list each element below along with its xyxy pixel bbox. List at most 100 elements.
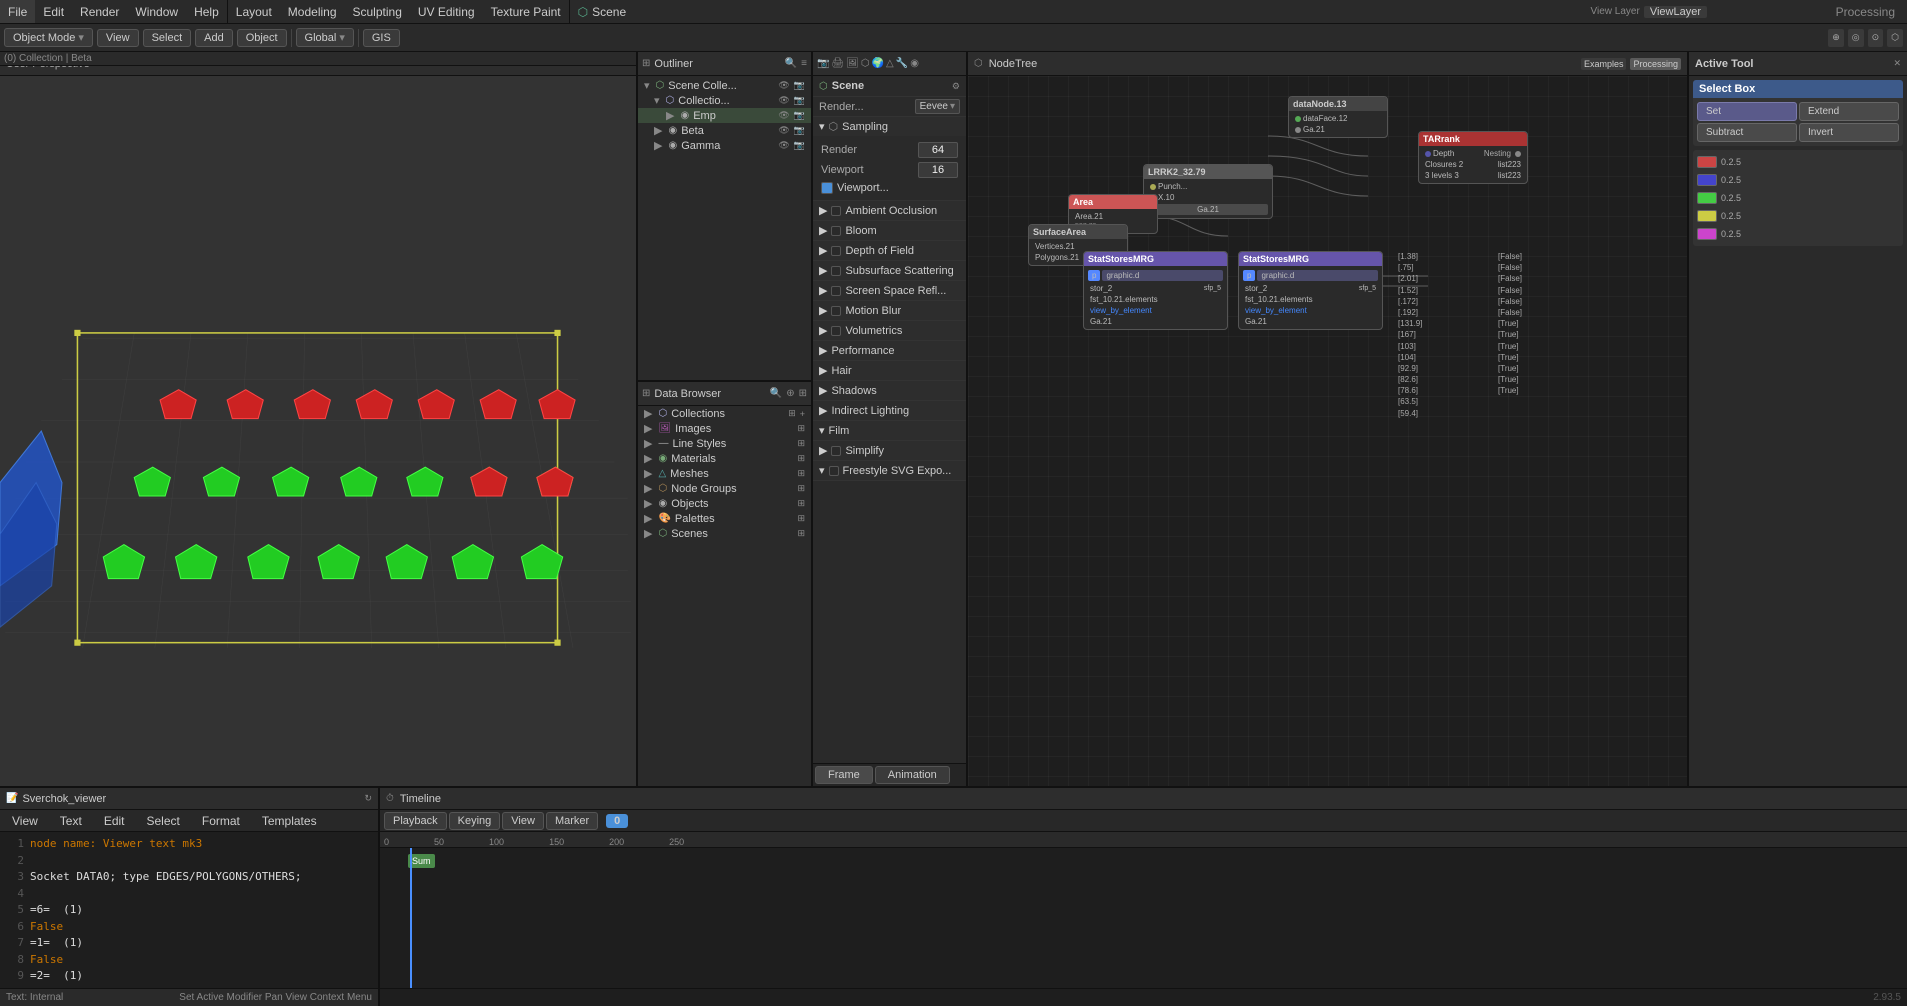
obj-data-icon[interactable]: △ xyxy=(886,58,894,69)
output-icon[interactable]: 🖨 xyxy=(831,58,844,69)
animation-tab[interactable]: Animation xyxy=(875,766,950,784)
node-lrrk2[interactable]: LRRK2_32.79 Punch... X.10 Ga.21 xyxy=(1143,164,1273,219)
outliner-emp[interactable]: ▶ ◉ Emp 👁 📷 xyxy=(638,108,811,123)
gis-btn[interactable]: GIS xyxy=(363,29,400,47)
vis-icon[interactable]: 👁 xyxy=(778,80,789,91)
playback-menu[interactable]: Playback xyxy=(384,812,447,830)
text-edit-menu[interactable]: Edit xyxy=(96,810,133,831)
dof-header[interactable]: ▶ Depth of Field xyxy=(813,241,966,260)
add-btn[interactable]: Add xyxy=(195,29,233,47)
text-view-menu[interactable]: View xyxy=(4,810,46,831)
ao-check[interactable] xyxy=(831,206,841,216)
bloom-check[interactable] xyxy=(831,226,841,236)
outliner-scene-collection[interactable]: ▾ ⬡ Scene Colle... 👁 📷 xyxy=(638,78,811,93)
db-coll-add[interactable]: + xyxy=(800,409,805,419)
db-collections[interactable]: ▶ ⬡ Collections ⊞ + xyxy=(638,406,811,421)
frame-tab[interactable]: Frame xyxy=(815,766,873,784)
db-mesh-act[interactable]: ⊞ xyxy=(797,468,805,479)
timeline-track[interactable]: Sum xyxy=(380,848,1907,1006)
node-statstores1[interactable]: StatStoresMRG p graphic.d stor_2sfp_5 fs… xyxy=(1083,251,1228,330)
scene-settings-icon[interactable]: ⚙ xyxy=(952,81,960,92)
workspace-uv-editing[interactable]: UV Editing xyxy=(410,0,483,23)
color-row-1[interactable]: 0.2.5 xyxy=(1697,154,1899,170)
color-row-4[interactable]: 0.2.5 xyxy=(1697,208,1899,224)
db-scene-act[interactable]: ⊞ xyxy=(797,528,805,539)
ssr-check[interactable] xyxy=(831,286,841,296)
outliner-gamma[interactable]: ▶ ◉ Gamma 👁 📷 xyxy=(638,138,811,153)
color-row-2[interactable]: 0.2.5 xyxy=(1697,172,1899,188)
ssr-header[interactable]: ▶ Screen Space Refl... xyxy=(813,281,966,300)
menu-render[interactable]: Render xyxy=(72,0,127,23)
material-icon[interactable]: ◉ xyxy=(910,58,919,69)
db-obj-act[interactable]: ⊞ xyxy=(797,498,805,509)
cam-icon4[interactable]: 📷 xyxy=(794,125,805,136)
il-header[interactable]: ▶ Indirect Lighting xyxy=(813,401,966,420)
marker-menu[interactable]: Marker xyxy=(546,812,598,830)
cam-icon3[interactable]: 📷 xyxy=(794,110,805,121)
node-datanode[interactable]: dataNode.13 dataFace.12 Ga.21 xyxy=(1288,96,1388,138)
node-blue-btn2[interactable]: p xyxy=(1243,270,1255,281)
modifier-icon[interactable]: 🔧 xyxy=(896,58,908,69)
simplify-check[interactable] xyxy=(831,446,841,456)
outliner-beta[interactable]: ▶ ◉ Beta 👁 📷 xyxy=(638,123,811,138)
overlay-btn[interactable]: ⊙ xyxy=(1868,29,1884,47)
scene-prop-icon[interactable]: 📷 xyxy=(817,58,829,69)
fs-check[interactable] xyxy=(829,466,839,476)
viewport-samples-value[interactable]: 16 xyxy=(918,162,958,178)
db-img-act[interactable]: ⊞ xyxy=(797,423,805,434)
text-content[interactable]: 1node name: Viewer text mk3 2 3Socket DA… xyxy=(0,832,378,988)
global-btn[interactable]: Global ▾ xyxy=(296,28,354,47)
view-mode-btn[interactable]: Object Mode ▾ xyxy=(4,28,93,47)
examples-btn[interactable]: Examples xyxy=(1581,58,1627,70)
view-layer-selector[interactable]: ViewLayer xyxy=(1644,6,1707,18)
proportional-btn[interactable]: ◎ xyxy=(1848,29,1864,47)
cam-icon2[interactable]: 📷 xyxy=(794,95,805,106)
search-icon[interactable]: 🔍 xyxy=(785,58,797,69)
db-extra-icon[interactable]: ⊕ xyxy=(786,388,794,399)
db-mat-act[interactable]: ⊞ xyxy=(797,453,805,464)
mode-extend-btn[interactable]: Extend xyxy=(1799,102,1899,121)
snap-btn[interactable]: ⊕ xyxy=(1828,29,1844,47)
vis-icon5[interactable]: 👁 xyxy=(778,140,789,151)
render-samples-value[interactable]: 64 xyxy=(918,142,958,158)
text-text-menu[interactable]: Text xyxy=(52,810,90,831)
scene-selector[interactable]: ⬡ Scene xyxy=(570,0,635,23)
mb-check[interactable] xyxy=(831,306,841,316)
mode-set-btn[interactable]: Set xyxy=(1697,102,1797,121)
sampling-header[interactable]: ▾ ⬡ Sampling xyxy=(813,117,966,136)
shading-btn[interactable]: ⬡ xyxy=(1887,29,1903,47)
text-format-menu[interactable]: Format xyxy=(194,810,248,831)
db-ng-act[interactable]: ⊞ xyxy=(797,483,805,494)
dof-check[interactable] xyxy=(831,246,841,256)
sss-header[interactable]: ▶ Subsurface Scattering xyxy=(813,261,966,280)
hair-header[interactable]: ▶ Hair xyxy=(813,361,966,380)
db-nodegroups[interactable]: ▶ ⬡ Node Groups ⊞ xyxy=(638,481,811,496)
viewport-3d[interactable]: User Perspective (0) Collection | Beta □… xyxy=(0,52,638,786)
workspace-sculpting[interactable]: Sculpting xyxy=(345,0,410,23)
scene-icon2[interactable]: ⬡ xyxy=(861,58,870,69)
mode-invert-btn[interactable]: Invert xyxy=(1799,123,1899,142)
vis-icon4[interactable]: 👁 xyxy=(778,125,789,136)
db-meshes[interactable]: ▶ △ Meshes ⊞ xyxy=(638,466,811,481)
shadows-header[interactable]: ▶ Shadows xyxy=(813,381,966,400)
current-frame-input[interactable]: 0 xyxy=(606,814,628,828)
db-search-icon[interactable]: 🔍 xyxy=(770,388,782,399)
color-row-3[interactable]: 0.2.5 xyxy=(1697,190,1899,206)
sync-icon[interactable]: ↻ xyxy=(364,793,372,804)
workspace-modeling[interactable]: Modeling xyxy=(280,0,345,23)
workspace-texture-paint[interactable]: Texture Paint xyxy=(483,0,569,23)
motionblur-header[interactable]: ▶ Motion Blur xyxy=(813,301,966,320)
perf-header[interactable]: ▶ Performance xyxy=(813,341,966,360)
filter-icon[interactable]: ≡ xyxy=(801,58,807,69)
viewport-denoising-check[interactable] xyxy=(821,182,833,194)
db-coll-act[interactable]: ⊞ xyxy=(788,408,796,419)
db-objects[interactable]: ▶ ◉ Objects ⊞ xyxy=(638,496,811,511)
object-btn[interactable]: Object xyxy=(237,29,287,47)
menu-edit[interactable]: Edit xyxy=(35,0,72,23)
viewport-canvas[interactable] xyxy=(0,76,636,786)
db-scenes[interactable]: ▶ ⬡ Scenes ⊞ xyxy=(638,526,811,541)
cam-icon5[interactable]: 📷 xyxy=(794,140,805,151)
node-tafrank[interactable]: TARrank DepthNesting Closures 2list223 3… xyxy=(1418,131,1528,184)
db-linestyles[interactable]: ▶ — Line Styles ⊞ xyxy=(638,436,811,451)
keying-menu[interactable]: Keying xyxy=(449,812,501,830)
